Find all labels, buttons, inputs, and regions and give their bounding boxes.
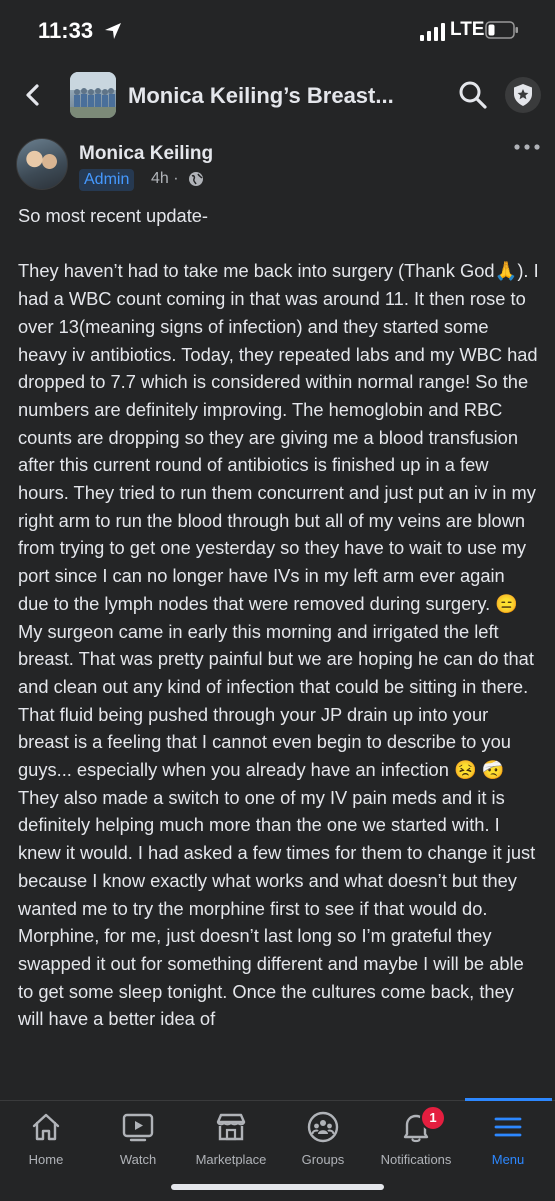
- post-body: So most recent update- They haven’t had …: [18, 202, 540, 1033]
- watch-icon: [122, 1113, 154, 1142]
- group-title[interactable]: Monica Keiling’s Breast...: [128, 83, 394, 109]
- post-paragraph: So most recent update-: [18, 205, 209, 226]
- marketplace-icon: [216, 1113, 246, 1141]
- menu-icon: [494, 1117, 522, 1137]
- author-name[interactable]: Monica Keiling: [79, 143, 213, 165]
- admin-badge: Admin: [79, 169, 135, 191]
- back-arrow-icon[interactable]: [18, 80, 48, 110]
- more-options-icon[interactable]: [513, 142, 541, 152]
- tab-label: Notifications: [380, 1152, 452, 1167]
- home-indicator: [171, 1184, 384, 1190]
- group-photo-image: [70, 72, 116, 118]
- tab-watch[interactable]: Watch: [92, 1100, 184, 1180]
- location-arrow-icon: [105, 23, 121, 39]
- battery-icon: [485, 21, 518, 39]
- tab-label: Menu: [491, 1152, 525, 1167]
- status-time: 11:33: [38, 18, 94, 43]
- tab-label: Marketplace: [195, 1152, 267, 1167]
- tab-menu[interactable]: Menu: [462, 1100, 554, 1180]
- post-header: Monica Keiling Admin 4h ·: [0, 126, 555, 206]
- group-thumbnail[interactable]: [70, 72, 116, 118]
- groups-icon: [307, 1111, 339, 1143]
- admin-shield-button[interactable]: [505, 77, 541, 113]
- avatar[interactable]: [16, 138, 68, 190]
- group-header: Monica Keiling’s Breast...: [0, 64, 555, 126]
- post-timestamp[interactable]: 4h ·: [151, 170, 179, 188]
- tab-label: Watch: [119, 1152, 157, 1167]
- network-label: LTE: [450, 19, 485, 40]
- tab-groups[interactable]: Groups: [277, 1100, 369, 1180]
- search-icon[interactable]: [456, 78, 490, 112]
- tab-label: Groups: [301, 1152, 345, 1167]
- shield-star-icon: [514, 84, 532, 106]
- post-paragraph: They haven’t had to take me back into su…: [18, 260, 539, 1030]
- signal-icon: [420, 23, 445, 41]
- notification-count-badge: 1: [420, 1105, 446, 1131]
- tab-label: Home: [28, 1152, 64, 1167]
- tab-home[interactable]: Home: [0, 1100, 92, 1180]
- tab-notifications[interactable]: Notifications: [370, 1100, 462, 1180]
- tab-marketplace[interactable]: Marketplace: [185, 1100, 277, 1180]
- globe-icon: [189, 172, 203, 186]
- status-bar: 11:33 LTE: [0, 0, 555, 64]
- home-icon: [32, 1113, 60, 1141]
